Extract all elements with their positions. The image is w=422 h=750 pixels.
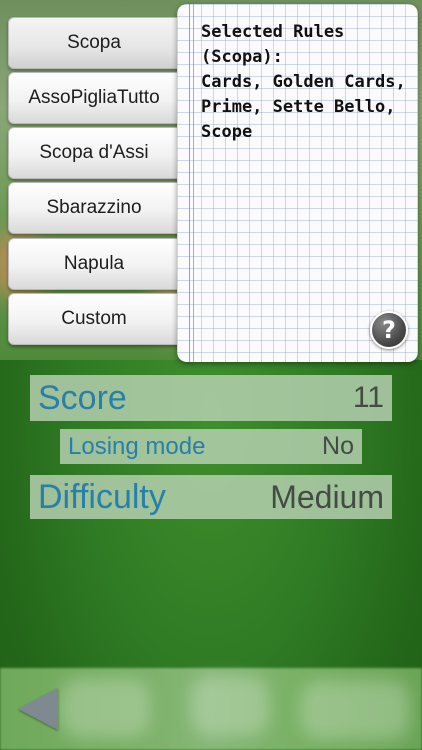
score-label: Score: [38, 378, 127, 417]
rule-button-custom[interactable]: Custom: [8, 293, 180, 345]
rule-button-label: Custom: [61, 308, 127, 329]
question-mark-icon: ?: [382, 316, 396, 344]
difficulty-label: Difficulty: [38, 477, 166, 516]
back-arrow-icon[interactable]: [18, 688, 58, 730]
rule-button-sbarazzino[interactable]: Sbarazzino: [8, 182, 180, 234]
rule-button-label: Scopa d'Assi: [39, 142, 149, 163]
rule-button-napula[interactable]: Napula: [8, 238, 180, 290]
blurred-card-strip: [0, 668, 422, 750]
score-setting[interactable]: Score 11: [30, 375, 392, 421]
selected-rules-text: Selected Rules (Scopa): Cards, Golden Ca…: [201, 22, 406, 142]
rule-button-label: AssoPigliaTutto: [28, 87, 160, 108]
difficulty-setting[interactable]: Difficulty Medium: [30, 475, 392, 519]
difficulty-value: Medium: [270, 478, 384, 515]
rules-notepad: Selected Rules (Scopa): Cards, Golden Ca…: [177, 4, 418, 362]
rule-button-scopa[interactable]: Scopa: [8, 17, 180, 69]
rule-button-label: Sbarazzino: [46, 197, 142, 218]
losing-mode-label: Losing mode: [68, 432, 206, 460]
notepad-margin-line: [189, 4, 194, 362]
rule-button-label: Napula: [63, 253, 125, 274]
rule-button-scopa-d-assi[interactable]: Scopa d'Assi: [8, 127, 180, 179]
help-button[interactable]: ?: [370, 311, 408, 349]
score-value: 11: [352, 381, 384, 414]
losing-mode-value: No: [322, 432, 354, 460]
rule-button-label: Scopa: [67, 32, 121, 53]
rule-button-assopigliatutto[interactable]: AssoPigliaTutto: [8, 72, 180, 124]
losing-mode-setting[interactable]: Losing mode No: [60, 429, 362, 464]
